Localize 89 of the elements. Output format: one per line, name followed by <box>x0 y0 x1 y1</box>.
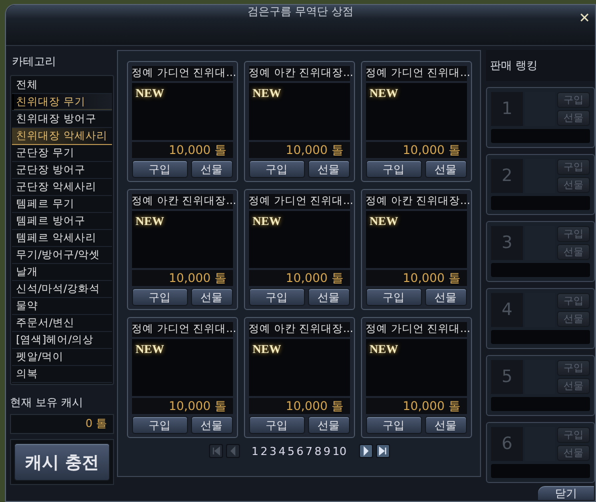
next-page-button[interactable] <box>358 444 372 458</box>
close-button[interactable]: 닫기 <box>537 485 595 501</box>
rank-number: 3 <box>491 226 523 260</box>
product-price: 10,000 톨 <box>366 270 466 286</box>
buy-button[interactable]: 구입 <box>248 416 304 434</box>
product-name: 정예 아칸 진위대장... <box>248 322 350 337</box>
gift-button[interactable]: 선물 <box>424 416 466 434</box>
page-number[interactable]: 8 <box>314 444 322 458</box>
product-name: 정예 가디언 진위대... <box>132 322 232 337</box>
product-price: 10,000 톨 <box>366 142 466 158</box>
page-number[interactable]: 6 <box>296 444 304 458</box>
page-number[interactable]: 4 <box>278 444 286 458</box>
new-label: NEW <box>252 342 282 357</box>
page-number[interactable]: 3 <box>268 444 278 458</box>
rank-number: 4 <box>491 293 523 327</box>
product-price: 10,000 톨 <box>366 398 466 414</box>
rank-number: 2 <box>491 159 523 193</box>
window-title: 검은구름 무역단 상점 <box>246 5 354 19</box>
buy-button[interactable]: 구입 <box>366 416 422 434</box>
category-item[interactable]: 친위대장 무기 <box>12 94 112 111</box>
rank-number: 1 <box>491 92 523 126</box>
new-label: NEW <box>252 214 282 229</box>
category-item[interactable]: [염색]헤어/의상 <box>12 332 112 349</box>
new-label: NEW <box>370 86 398 101</box>
category-item[interactable]: 템페르 악세사리 <box>12 230 112 247</box>
new-label: NEW <box>370 214 398 229</box>
arrow-icon <box>376 445 388 457</box>
cash-amount: 0 톨 <box>10 414 114 434</box>
category-item[interactable]: 군단장 무기 <box>12 145 112 162</box>
buy-button[interactable]: 구입 <box>132 416 188 434</box>
page-number[interactable]: 7 <box>304 444 314 458</box>
ranking-heading: 판매 랭킹 <box>486 50 595 81</box>
buy-button[interactable]: 구입 <box>248 288 304 306</box>
product-name: 정예 아칸 진위대장... <box>132 194 232 209</box>
last-page-button[interactable] <box>376 444 390 458</box>
category-item[interactable]: 날개 <box>12 264 112 281</box>
category-item[interactable]: 군단장 방어구 <box>12 162 112 179</box>
cash-label: 현재 보유 캐시 <box>10 395 84 411</box>
product-name: 정예 가디언 진위대... <box>366 322 466 337</box>
new-label: NEW <box>136 214 164 229</box>
category-item[interactable]: 펫알/먹이 <box>12 349 112 366</box>
category-item[interactable]: 템페르 방어구 <box>12 213 112 230</box>
gift-button[interactable]: 선물 <box>308 288 350 306</box>
gift-button[interactable]: 선물 <box>190 160 232 178</box>
gift-button[interactable]: 선물 <box>190 416 232 434</box>
page-number[interactable]: 1 <box>250 444 260 458</box>
new-label: NEW <box>370 342 398 357</box>
product-price: 10,000 톨 <box>132 398 232 414</box>
category-item[interactable]: 친위대장 방어구 <box>12 111 112 128</box>
product-name: 정예 가디언 진위대... <box>366 66 466 81</box>
product-name: 정예 아칸 진위대장... <box>248 66 350 81</box>
page-number[interactable]: 5 <box>286 444 296 458</box>
category-item[interactable]: 군단장 악세사리 <box>12 179 112 196</box>
category-item[interactable]: 신석/마석/강화석 <box>12 281 112 298</box>
new-label: NEW <box>136 86 164 101</box>
gift-button[interactable]: 선물 <box>190 288 232 306</box>
product-name: 정예 가디언 진위대... <box>248 194 350 209</box>
category-item[interactable]: 물약 <box>12 298 112 315</box>
category-heading: 카테고리 <box>11 54 57 70</box>
rank-number: 5 <box>491 360 523 394</box>
buy-button[interactable]: 구입 <box>132 160 188 178</box>
buy-button[interactable]: 구입 <box>248 160 304 178</box>
category-item[interactable]: 친위대장 악세사리 <box>12 128 112 145</box>
gift-button[interactable]: 선물 <box>424 160 466 178</box>
category-item[interactable]: 의복 <box>12 366 112 383</box>
new-label: NEW <box>252 86 282 101</box>
page-number[interactable]: 9 <box>322 444 332 458</box>
product-name: 정예 아칸 진위대장... <box>366 194 466 209</box>
category-item[interactable]: 템페르 무기 <box>12 196 112 213</box>
buy-button[interactable]: 구입 <box>132 288 188 306</box>
product-price: 10,000 톨 <box>248 142 350 158</box>
category-item[interactable]: 주문서/변신 <box>12 315 112 332</box>
buy-button[interactable]: 구입 <box>366 288 422 306</box>
product-price: 10,000 톨 <box>248 398 350 414</box>
product-price: 10,000 톨 <box>248 270 350 286</box>
rank-number: 6 <box>491 427 523 461</box>
page-number[interactable]: 2 <box>260 444 268 458</box>
gift-button[interactable]: 선물 <box>308 416 350 434</box>
buy-button[interactable]: 구입 <box>366 160 422 178</box>
new-label: NEW <box>136 342 164 357</box>
gift-button[interactable]: 선물 <box>424 288 466 306</box>
gift-button[interactable]: 선물 <box>308 160 350 178</box>
charge-button[interactable]: 캐시 충전 <box>14 443 110 481</box>
page-number[interactable]: 10 <box>332 444 348 458</box>
product-name: 정예 가디언 진위대... <box>132 66 232 81</box>
category-item[interactable]: 무기/방어구/악셋 <box>12 247 112 264</box>
close-icon[interactable] <box>580 13 589 22</box>
product-price: 10,000 톨 <box>132 270 232 286</box>
product-price: 10,000 톨 <box>132 142 232 158</box>
